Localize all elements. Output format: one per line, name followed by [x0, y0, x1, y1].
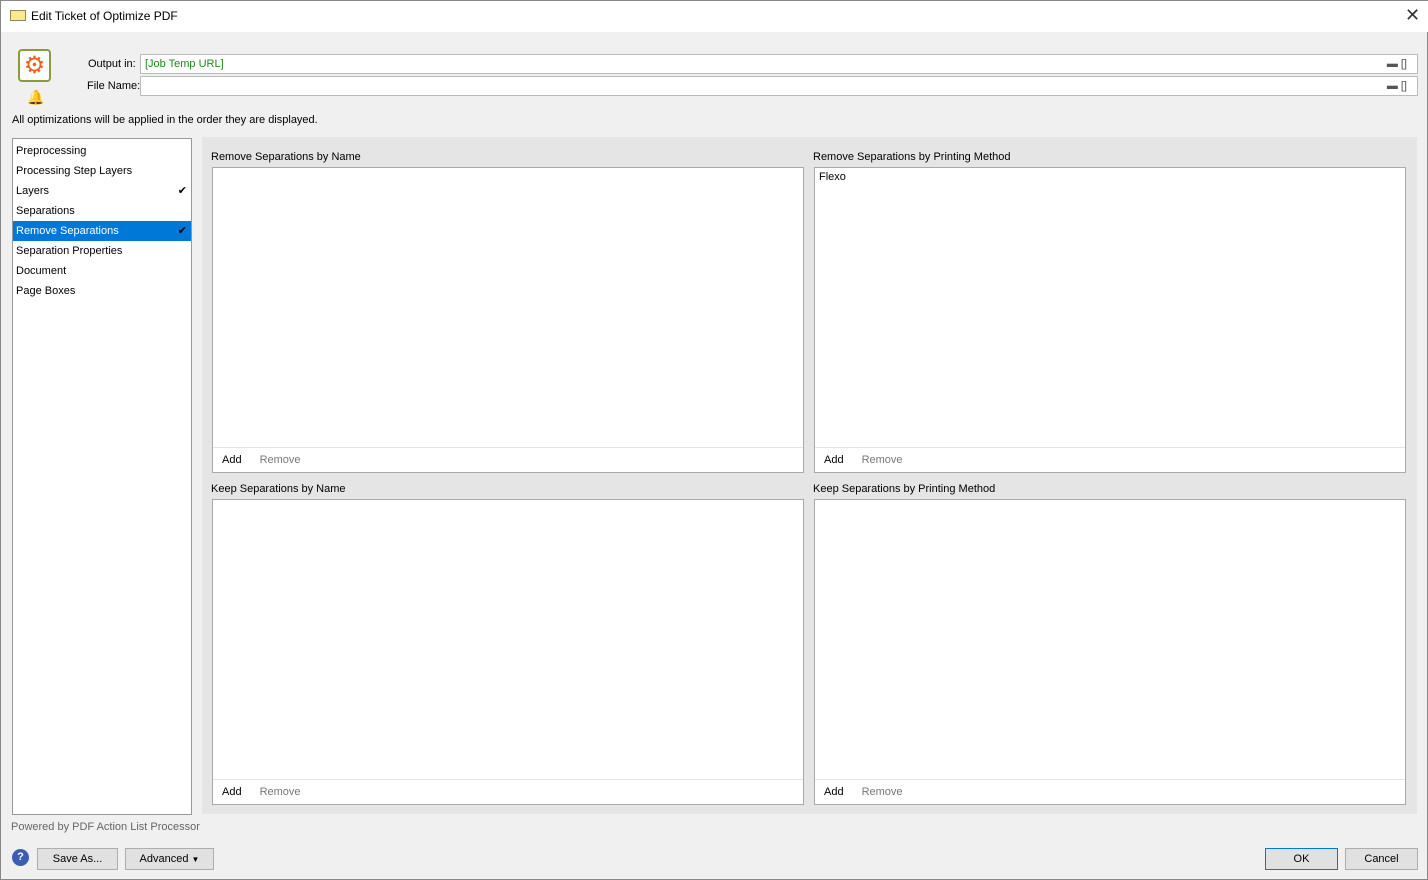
sidebar-item[interactable]: Processing Step Layers: [13, 161, 191, 181]
checkmark-icon: ✔: [177, 185, 187, 197]
order-note: All optimizations will be applied in the…: [12, 114, 318, 126]
optimization-list: Preprocessing Processing Step Layers Layer…: [12, 138, 192, 815]
panel-title: Keep Separations by Name: [211, 483, 346, 495]
save-as-button[interactable]: Save As...: [37, 848, 118, 870]
sidebar-item-label: Page Boxes: [16, 285, 76, 297]
title-bar: Edit Ticket of Optimize PDF ✕: [1, 1, 1428, 32]
remove-button[interactable]: Remove: [260, 786, 301, 798]
add-button[interactable]: Add: [222, 786, 242, 798]
list-item[interactable]: Flexo: [819, 171, 1401, 183]
ticket-icon: [10, 10, 26, 21]
cancel-button[interactable]: Cancel: [1345, 848, 1418, 870]
separation-list[interactable]: Add Remove: [212, 499, 804, 805]
sidebar-item-label: Layers: [16, 185, 50, 197]
sidebar-item-label: Document: [16, 265, 67, 277]
output-label: Output in:: [88, 58, 136, 70]
sidebar-item[interactable]: Remove Separations ✔: [13, 221, 191, 241]
advanced-button[interactable]: Advanced ▼: [125, 848, 214, 870]
remove-button[interactable]: Remove: [260, 454, 301, 466]
remove-button[interactable]: Remove: [862, 454, 903, 466]
sidebar-item[interactable]: Page Boxes: [13, 281, 191, 301]
filename-label: File Name:: [87, 80, 141, 92]
sidebar-item[interactable]: Layers ✔: [13, 181, 191, 201]
advanced-label: Advanced: [139, 853, 189, 865]
add-button[interactable]: Add: [222, 454, 242, 466]
filename-field[interactable]: ▬ []: [140, 76, 1418, 96]
sidebar-item-label: Remove Separations: [16, 225, 119, 237]
variable-icon[interactable]: []: [1401, 58, 1407, 70]
sidebar-item[interactable]: Preprocessing: [13, 141, 191, 161]
sidebar-item-label: Preprocessing: [16, 145, 87, 157]
sidebar-item[interactable]: Separation Properties: [13, 241, 191, 261]
folder-icon[interactable]: ▬: [1387, 80, 1398, 92]
sidebar-item-label: Processing Step Layers: [16, 165, 133, 177]
sidebar-item[interactable]: Document: [13, 261, 191, 281]
folder-icon[interactable]: ▬: [1387, 58, 1398, 70]
panel-title: Remove Separations by Printing Method: [813, 151, 1011, 163]
dropdown-arrow-icon: ▼: [191, 855, 200, 864]
panel-title: Remove Separations by Name: [211, 151, 361, 163]
add-button[interactable]: Add: [824, 454, 844, 466]
output-field[interactable]: [Job Temp URL] ▬ []: [140, 54, 1418, 74]
sidebar-item[interactable]: Separations: [13, 201, 191, 221]
checkmark-icon: ✔: [177, 225, 187, 237]
variable-icon[interactable]: []: [1401, 80, 1407, 92]
remove-button[interactable]: Remove: [862, 786, 903, 798]
sidebar-item-label: Separations: [16, 205, 75, 217]
panel-title: Keep Separations by Printing Method: [813, 483, 996, 495]
output-value: [Job Temp URL]: [145, 58, 224, 70]
sidebar-item-label: Separation Properties: [16, 245, 123, 257]
window-title: Edit Ticket of Optimize PDF: [31, 9, 178, 23]
bell-icon[interactable]: 🔔: [27, 89, 44, 106]
separation-list[interactable]: Add Remove: [814, 499, 1406, 805]
separation-list[interactable]: Flexo Add Remove: [814, 167, 1406, 473]
ok-button[interactable]: OK: [1265, 848, 1338, 870]
close-icon[interactable]: ✕: [1405, 5, 1420, 26]
help-icon[interactable]: ?: [12, 849, 29, 866]
separation-list[interactable]: Add Remove: [212, 167, 804, 473]
add-button[interactable]: Add: [824, 786, 844, 798]
powered-by: Powered by PDF Action List Processor: [11, 821, 200, 833]
optimize-gear-icon: ⚙: [18, 49, 51, 82]
